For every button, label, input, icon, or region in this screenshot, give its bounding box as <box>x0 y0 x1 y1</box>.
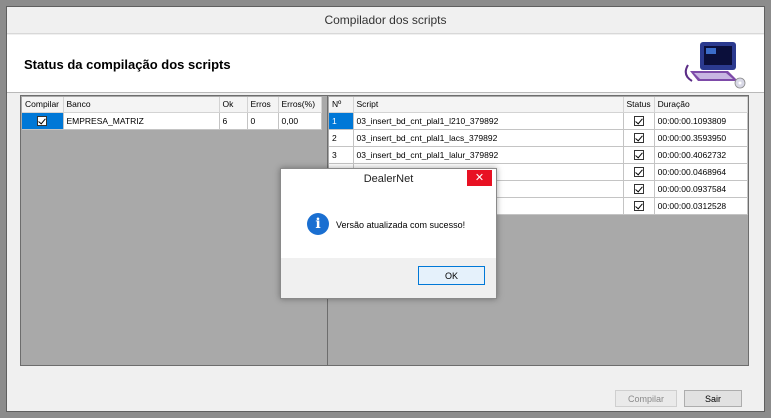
banks-table: Compilar Banco Ok Erros Erros(%) EMPRESA… <box>22 97 322 130</box>
col-numero[interactable]: Nº <box>329 97 354 113</box>
duracao-cell: 00:00:00.1093809 <box>654 112 748 130</box>
status-checkbox[interactable] <box>633 149 644 160</box>
status-checkbox[interactable] <box>633 200 644 211</box>
duracao-cell: 00:00:00.4062732 <box>654 146 748 164</box>
col-ok[interactable]: Ok <box>219 97 248 113</box>
status-cell[interactable] <box>623 197 655 215</box>
computer-logo-icon <box>684 42 746 89</box>
script-cell: 03_insert_bd_cnt_plal1_l210_379892 <box>353 112 624 130</box>
col-banco[interactable]: Banco <box>63 97 220 113</box>
header-band: Status da compilação dos scripts <box>7 35 764 93</box>
banco-cell: EMPRESA_MATRIZ <box>63 112 220 130</box>
status-cell[interactable] <box>623 112 655 130</box>
duracao-cell: 00:00:00.0312528 <box>654 197 748 215</box>
duracao-cell: 00:00:00.3593950 <box>654 129 748 147</box>
numero-cell: 1 <box>329 112 354 130</box>
table-row[interactable]: 1 03_insert_bd_cnt_plal1_l210_379892 00:00… <box>329 112 748 130</box>
compilar-checkbox[interactable] <box>37 115 48 126</box>
dialog-footer: OK <box>281 258 496 298</box>
message-dialog: DealerNet ✕ i Versão atualizada com suce… <box>280 168 497 299</box>
script-cell: 03_insert_bd_cnt_plal1_lacs_379892 <box>353 129 624 147</box>
info-icon: i <box>307 213 329 235</box>
table-row[interactable]: 2 03_insert_bd_cnt_plal1_lacs_379892 00:00… <box>329 129 748 147</box>
compilar-button[interactable]: Compilar <box>615 390 677 407</box>
col-erros[interactable]: Erros <box>247 97 279 113</box>
col-status[interactable]: Status <box>623 97 655 113</box>
status-cell[interactable] <box>623 129 655 147</box>
col-duracao[interactable]: Duração <box>654 97 748 113</box>
col-compilar[interactable]: Compilar <box>22 97 64 113</box>
table-row[interactable]: 3 03_insert_bd_cnt_plal1_lalur_379892 00:0… <box>329 146 748 164</box>
erros-pct-cell: 0,00 <box>278 112 322 130</box>
dialog-message: Versão atualizada com sucesso! <box>336 220 466 230</box>
dialog-title: DealerNet <box>363 173 414 185</box>
numero-cell: 2 <box>329 129 354 147</box>
col-erros-pct[interactable]: Erros(%) <box>278 97 322 113</box>
sair-button[interactable]: Sair <box>684 390 742 407</box>
status-checkbox[interactable] <box>633 183 644 194</box>
status-cell[interactable] <box>623 146 655 164</box>
status-checkbox[interactable] <box>633 132 644 143</box>
close-icon[interactable]: ✕ <box>467 170 492 186</box>
ok-cell: 6 <box>219 112 248 130</box>
window-title: Compilador dos scripts <box>7 7 764 34</box>
status-cell[interactable] <box>623 180 655 198</box>
duracao-cell: 00:00:00.0468964 <box>654 163 748 181</box>
numero-cell: 3 <box>329 146 354 164</box>
page-title: Status da compilação dos scripts <box>24 57 231 72</box>
script-cell: 03_insert_bd_cnt_plal1_lalur_379892 <box>353 146 624 164</box>
ok-button[interactable]: OK <box>418 266 485 285</box>
compilar-cell[interactable] <box>22 112 64 130</box>
status-checkbox[interactable] <box>633 115 644 126</box>
duracao-cell: 00:00:00.0937584 <box>654 180 748 198</box>
erros-cell: 0 <box>247 112 279 130</box>
status-checkbox[interactable] <box>633 166 644 177</box>
col-script[interactable]: Script <box>353 97 624 113</box>
status-cell[interactable] <box>623 163 655 181</box>
table-row[interactable]: EMPRESA_MATRIZ 6 0 0,00 <box>22 112 322 130</box>
